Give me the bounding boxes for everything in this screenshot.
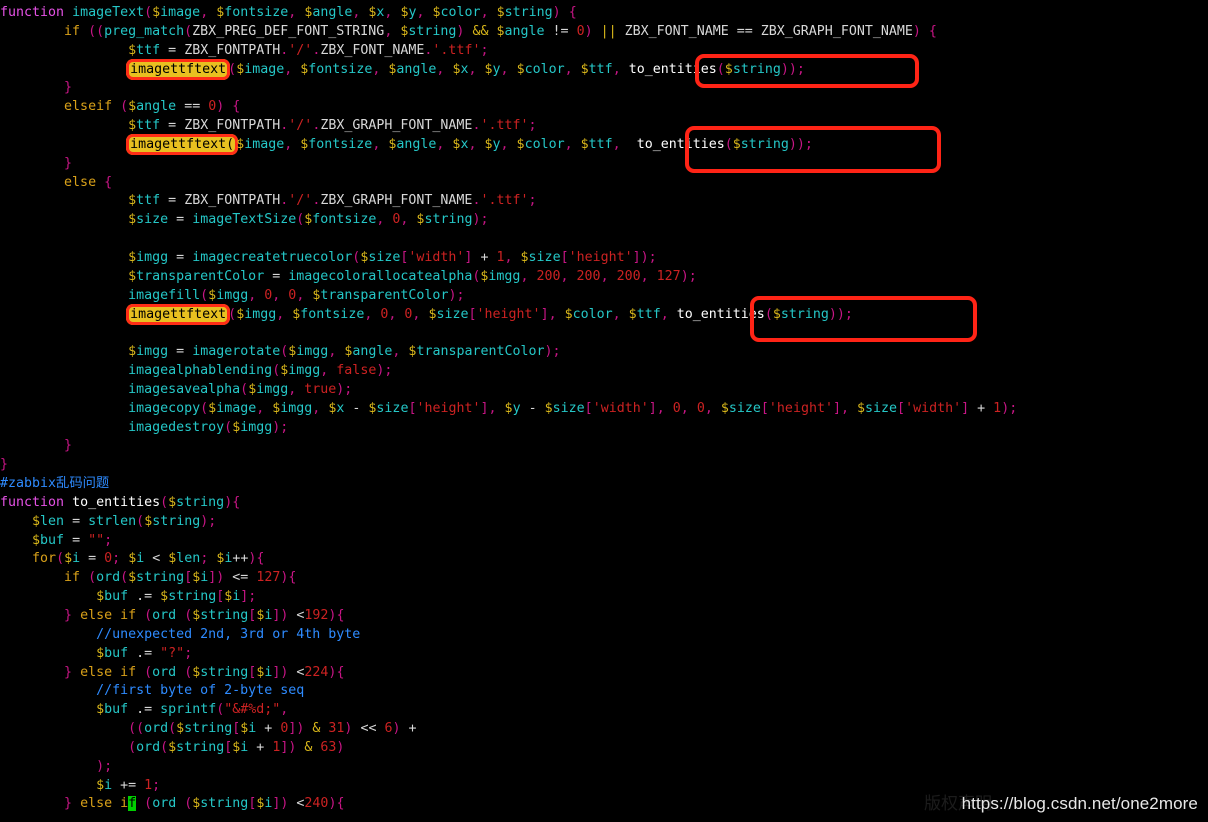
highlight-imagettftext-2: imagettftext( (126, 133, 239, 155)
code-line: ((ord($string[$i + 0]) & 31) << 6) + (128, 721, 417, 737)
code-line: $len = strlen($string); (32, 513, 217, 529)
code-line: } else if (ord ($string[$i]) <192){ (64, 608, 345, 623)
code-line: #zabbix乱码问题 (0, 476, 110, 492)
code-line: imagedestroy($imgg); (128, 419, 289, 435)
code-line: (ord($string[$i + 1]) & 63) (128, 739, 345, 755)
code-line: $imgg = imagerotate($imgg, $angle, $tran… (128, 344, 561, 360)
code-line: $buf = ""; (32, 532, 113, 548)
code-line: if ((preg_match(ZBX_PREG_DEF_FONT_STRING… (64, 23, 937, 39)
code-line: } else if (ord ($string[$i]) <224){ (64, 664, 345, 680)
code-line: ); (96, 758, 113, 774)
code-line: $ttf = ZBX_FONTPATH.'/'.ZBX_GRAPH_FONT_N… (128, 193, 537, 209)
highlight-imagettftext-3: imagettftext (126, 303, 231, 325)
code-line: else { (64, 174, 113, 190)
code-screenshot-terminal: function imageText($image, $fontsize, $a… (0, 0, 1208, 822)
source-code-block: function imageText($image, $fontsize, $a… (0, 0, 1017, 814)
code-line: $i += 1; (96, 777, 161, 793)
code-line: elseif ($angle == 0) { (64, 99, 241, 115)
code-line: imagefill($imgg, 0, 0, $transparentColor… (128, 287, 465, 303)
code-line: } (0, 457, 9, 473)
code-line: imagealphablending($imgg, false); (128, 363, 393, 379)
code-line: $buf .= $string[$i]; (96, 589, 257, 605)
code-line: //first byte of 2-byte seq (96, 683, 305, 699)
code-line: function to_entities($string){ (0, 494, 241, 510)
code-line: imagettftext ($imgg, $fontsize, 0, 0, $si… (0, 303, 1017, 325)
watermark-url: https://blog.csdn.net/one2more (961, 794, 1198, 813)
code-line: imagecopy($image, $imgg, $x - $size['hei… (128, 400, 1018, 416)
code-line: //unexpected 2nd, 3rd or 4th byte (96, 626, 361, 642)
code-line: $imgg = imagecreatetruecolor($size['widt… (128, 249, 657, 265)
code-line: for($i = 0; $i < $len; $i++){ (32, 551, 265, 567)
code-line: function imageText($image, $fontsize, $a… (0, 5, 577, 20)
code-line: } (64, 80, 73, 96)
code-line: imagettftext($image, $fontsize, $angle, … (0, 58, 1017, 80)
code-line: imagesavealpha($imgg, true); (128, 381, 353, 397)
code-line: $buf .= "?"; (96, 645, 193, 661)
code-line: $size = imageTextSize($fontsize, 0, $str… (128, 212, 489, 228)
code-line: } (64, 155, 73, 171)
highlight-imagettftext-1: imagettftext (126, 58, 231, 80)
code-line: if (ord($string[$i]) <= 127){ (64, 570, 297, 586)
code-line: $buf .= sprintf("&#%d;", (96, 702, 289, 718)
text-cursor: f (128, 796, 137, 812)
code-line: $transparentColor = imagecolorallocateal… (128, 268, 697, 284)
code-line: } (64, 438, 73, 454)
code-line: } else if (ord ($string[$i]) <240){ (64, 796, 345, 812)
code-line: $ttf = ZBX_FONTPATH.'/'.ZBX_FONT_NAME.'.… (128, 42, 489, 58)
code-line: imagettftext($image, $fontsize, $angle, … (0, 133, 1017, 155)
